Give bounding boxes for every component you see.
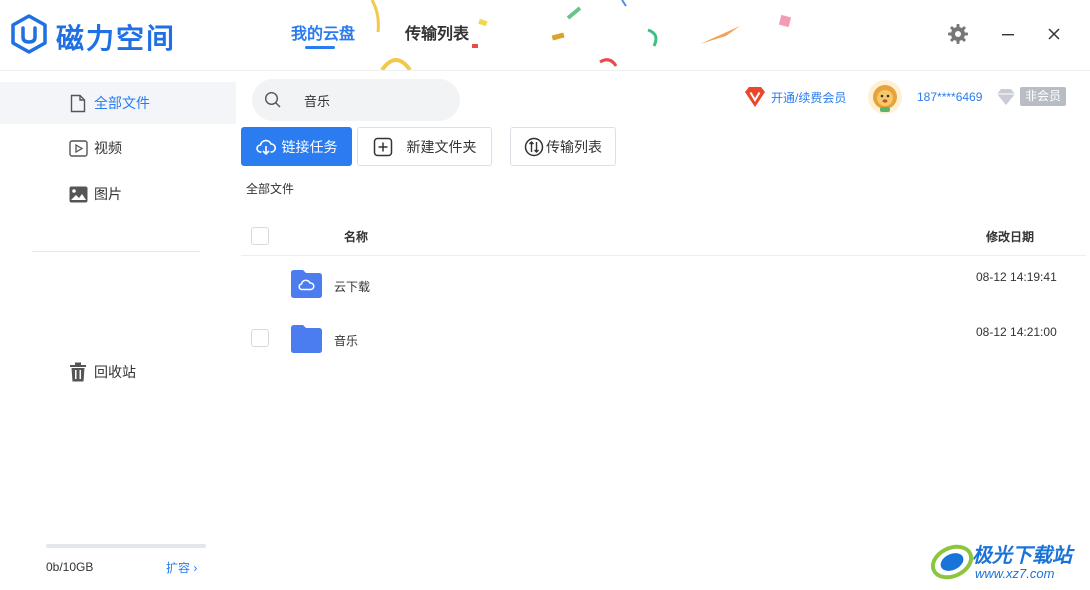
active-tab-indicator (305, 46, 335, 49)
row-checkbox[interactable] (251, 329, 269, 347)
column-header-name[interactable]: 名称 (344, 228, 368, 245)
tab-my-cloud[interactable]: 我的云盘 (291, 20, 355, 44)
new-folder-label: 新建文件夹 (406, 138, 477, 155)
link-task-button[interactable]: 链接任务 (241, 127, 352, 166)
image-icon (68, 184, 88, 204)
video-icon (68, 138, 88, 158)
close-button[interactable] (1042, 22, 1066, 46)
search-icon (264, 91, 281, 108)
storage-usage-text: 0b/10GB (46, 560, 94, 574)
file-modified-date: 08-12 14:19:41 (976, 270, 1057, 284)
file-name: 音乐 (334, 334, 359, 348)
transfer-icon (524, 137, 544, 156)
transfer-list-label: 传输列表 (546, 138, 602, 155)
table-row[interactable]: 音乐 08-12 14:21:00 (241, 313, 1086, 369)
close-icon (1048, 28, 1060, 40)
watermark-title: 极光下载站 (972, 545, 1072, 567)
sidebar: 全部文件 视频 图片 回收站 0b/10GB 扩容 › (0, 72, 236, 590)
new-folder-button[interactable]: 新建文件夹 (357, 127, 492, 166)
plus-square-icon (373, 137, 392, 156)
vip-upgrade-link[interactable]: 开通/续费会员 (743, 86, 846, 108)
sidebar-item-label: 图片 (94, 186, 122, 202)
title-bar: 磁力空间 我的云盘 传输列表 (0, 0, 1090, 71)
tab-transfer-list[interactable]: 传输列表 (405, 20, 469, 44)
transfer-list-button[interactable]: 传输列表 (510, 127, 616, 166)
file-table-header: 名称 修改日期 (241, 215, 1086, 256)
lion-avatar-icon (868, 80, 902, 114)
vip-v-icon (745, 87, 765, 107)
folder-icon (291, 325, 322, 353)
app-title: 磁力空间 (56, 23, 177, 54)
avatar[interactable] (868, 80, 902, 114)
file-name: 云下载 (334, 280, 371, 294)
sidebar-item-label: 回收站 (94, 364, 136, 380)
member-status-badge: 非会员 (1020, 87, 1066, 106)
gear-icon (948, 24, 968, 44)
sidebar-item-video[interactable]: 视频 (0, 127, 236, 169)
sidebar-item-label: 全部文件 (94, 95, 150, 111)
expand-storage-label: 扩容 (166, 561, 191, 575)
sidebar-item-images[interactable]: 图片 (0, 173, 236, 215)
breadcrumb[interactable]: 全部文件 (246, 180, 294, 197)
trash-icon (68, 362, 88, 382)
column-header-date[interactable]: 修改日期 (986, 228, 1034, 245)
watermark-url: www.xz7.com (975, 566, 1055, 581)
user-phone[interactable]: 187****6469 (917, 90, 982, 104)
diamond-icon (997, 89, 1015, 105)
expand-storage-link[interactable]: 扩容 › (166, 559, 197, 576)
link-task-label: 链接任务 (281, 138, 338, 155)
minimize-icon (1002, 34, 1014, 36)
cloud-folder-icon (291, 270, 322, 298)
search-box[interactable] (252, 79, 460, 121)
sidebar-item-all-files[interactable]: 全部文件 (0, 82, 236, 124)
table-row[interactable]: 云下载 08-12 14:19:41 (241, 258, 1086, 314)
minimize-button[interactable] (996, 22, 1020, 46)
vip-upgrade-label: 开通/续费会员 (771, 90, 847, 105)
storage-progress-bar (46, 544, 206, 548)
chevron-right-icon: › (193, 561, 198, 575)
sidebar-item-label: 视频 (94, 140, 122, 156)
sidebar-item-trash[interactable]: 回收站 (0, 351, 236, 393)
search-input[interactable] (304, 92, 444, 108)
file-modified-date: 08-12 14:21:00 (976, 325, 1057, 339)
select-all-checkbox[interactable] (251, 227, 269, 245)
settings-button[interactable] (946, 22, 970, 46)
sidebar-divider (32, 251, 200, 252)
app-logo-icon (11, 14, 47, 54)
cloud-download-icon (255, 139, 276, 155)
file-icon (68, 93, 88, 113)
